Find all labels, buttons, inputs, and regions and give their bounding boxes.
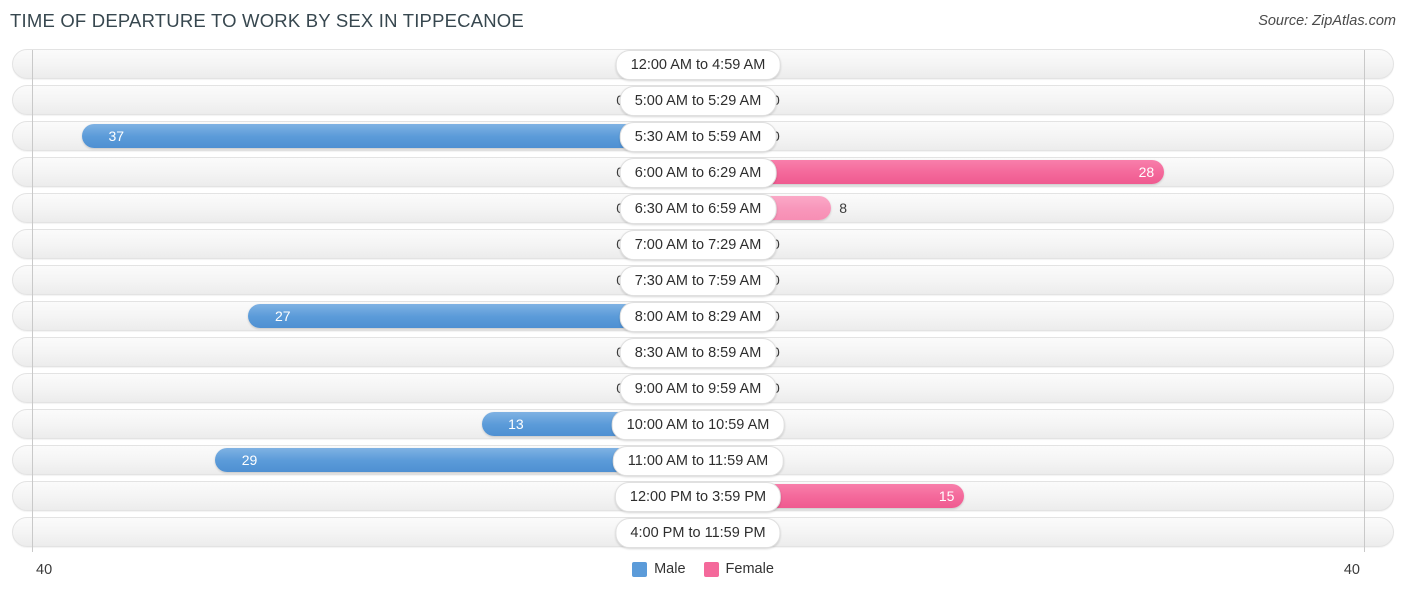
row-category-label: 6:00 AM to 6:29 AM (619, 158, 777, 188)
bar-row[interactable]: 0012:00 AM to 4:59 AM (0, 46, 1406, 82)
bar-value-male: 27 (275, 308, 291, 324)
row-bars: 008:30 AM to 8:59 AM (32, 337, 1364, 368)
bar-row[interactable]: 007:30 AM to 7:59 AM (0, 262, 1406, 298)
row-bars: 007:00 AM to 7:29 AM (32, 229, 1364, 260)
row-bars: 005:00 AM to 5:29 AM (32, 85, 1364, 116)
row-category-label: 6:30 AM to 6:59 AM (619, 194, 777, 224)
chart-footer: 40 40 Male Female (0, 554, 1406, 595)
bar-value-male: 29 (241, 452, 258, 468)
row-category-label: 7:00 AM to 7:29 AM (619, 230, 777, 260)
row-bars: 0012:00 AM to 4:59 AM (32, 49, 1364, 80)
bar-row[interactable]: 29011:00 AM to 11:59 AM (0, 442, 1406, 478)
bar-row[interactable]: 008:30 AM to 8:59 AM (0, 334, 1406, 370)
bar-row[interactable]: 2708:00 AM to 8:29 AM (0, 298, 1406, 334)
chart-legend: Male Female (0, 561, 1406, 577)
legend-item-female[interactable]: Female (703, 561, 774, 577)
row-bars: 009:00 AM to 9:59 AM (32, 373, 1364, 404)
bar-row[interactable]: 086:30 AM to 6:59 AM (0, 190, 1406, 226)
bar-row[interactable]: 0286:00 AM to 6:29 AM (0, 154, 1406, 190)
bar-value-male: 37 (108, 128, 125, 144)
bar-row[interactable]: 007:00 AM to 7:29 AM (0, 226, 1406, 262)
bar-male[interactable] (81, 124, 698, 148)
row-category-label: 8:30 AM to 8:59 AM (619, 338, 777, 368)
source-attribution: Source: ZipAtlas.com (1258, 13, 1396, 29)
row-bars: 29011:00 AM to 11:59 AM (32, 445, 1364, 476)
row-category-label: 5:00 AM to 5:29 AM (619, 86, 777, 116)
bar-row[interactable]: 3705:30 AM to 5:59 AM (0, 118, 1406, 154)
bar-row[interactable]: 005:00 AM to 5:29 AM (0, 82, 1406, 118)
row-category-label: 4:00 PM to 11:59 PM (615, 518, 781, 548)
row-bars: 01512:00 PM to 3:59 PM (32, 481, 1364, 512)
row-category-label: 12:00 AM to 4:59 AM (615, 50, 781, 80)
plot-area: 0012:00 AM to 4:59 AM 005:00 AM to 5:29 A… (0, 46, 1406, 554)
page-title: TIME OF DEPARTURE TO WORK BY SEX IN TIPP… (10, 10, 524, 31)
bar-value-female: 28 (1138, 164, 1155, 180)
bar-row[interactable]: 009:00 AM to 9:59 AM (0, 370, 1406, 406)
chart-header: TIME OF DEPARTURE TO WORK BY SEX IN TIPP… (0, 0, 1406, 46)
row-category-label: 8:00 AM to 8:29 AM (619, 302, 777, 332)
legend-item-male[interactable]: Male (632, 561, 686, 577)
row-bars: 13010:00 AM to 10:59 AM (32, 409, 1364, 440)
row-bars: 3705:30 AM to 5:59 AM (32, 121, 1364, 152)
row-bars: 0286:00 AM to 6:29 AM (32, 157, 1364, 188)
legend-label-female: Female (725, 561, 774, 577)
bar-row-list: 0012:00 AM to 4:59 AM 005:00 AM to 5:29 A… (0, 46, 1406, 550)
row-bars: 086:30 AM to 6:59 AM (32, 193, 1364, 224)
legend-label-male: Male (654, 561, 686, 577)
row-category-label: 12:00 PM to 3:59 PM (614, 482, 782, 512)
row-bars: 007:30 AM to 7:59 AM (32, 265, 1364, 296)
row-bars: 2708:00 AM to 8:29 AM (32, 301, 1364, 332)
bar-value-male: 13 (508, 416, 524, 432)
bar-value-female: 15 (938, 488, 955, 504)
row-category-label: 5:30 AM to 5:59 AM (619, 122, 777, 152)
bar-row[interactable]: 01512:00 PM to 3:59 PM (0, 478, 1406, 514)
chart-container: TIME OF DEPARTURE TO WORK BY SEX IN TIPP… (0, 0, 1406, 595)
row-bars: 004:00 PM to 11:59 PM (32, 517, 1364, 548)
legend-swatch-male-icon (632, 561, 648, 577)
row-category-label: 11:00 AM to 11:59 AM (612, 446, 784, 476)
row-category-label: 7:30 AM to 7:59 AM (619, 266, 777, 296)
bar-row[interactable]: 13010:00 AM to 10:59 AM (0, 406, 1406, 442)
bar-row[interactable]: 004:00 PM to 11:59 PM (0, 514, 1406, 550)
row-category-label: 10:00 AM to 10:59 AM (611, 410, 785, 440)
legend-swatch-female-icon (703, 561, 719, 577)
row-category-label: 9:00 AM to 9:59 AM (619, 374, 777, 404)
bar-value-female: 8 (839, 200, 847, 216)
